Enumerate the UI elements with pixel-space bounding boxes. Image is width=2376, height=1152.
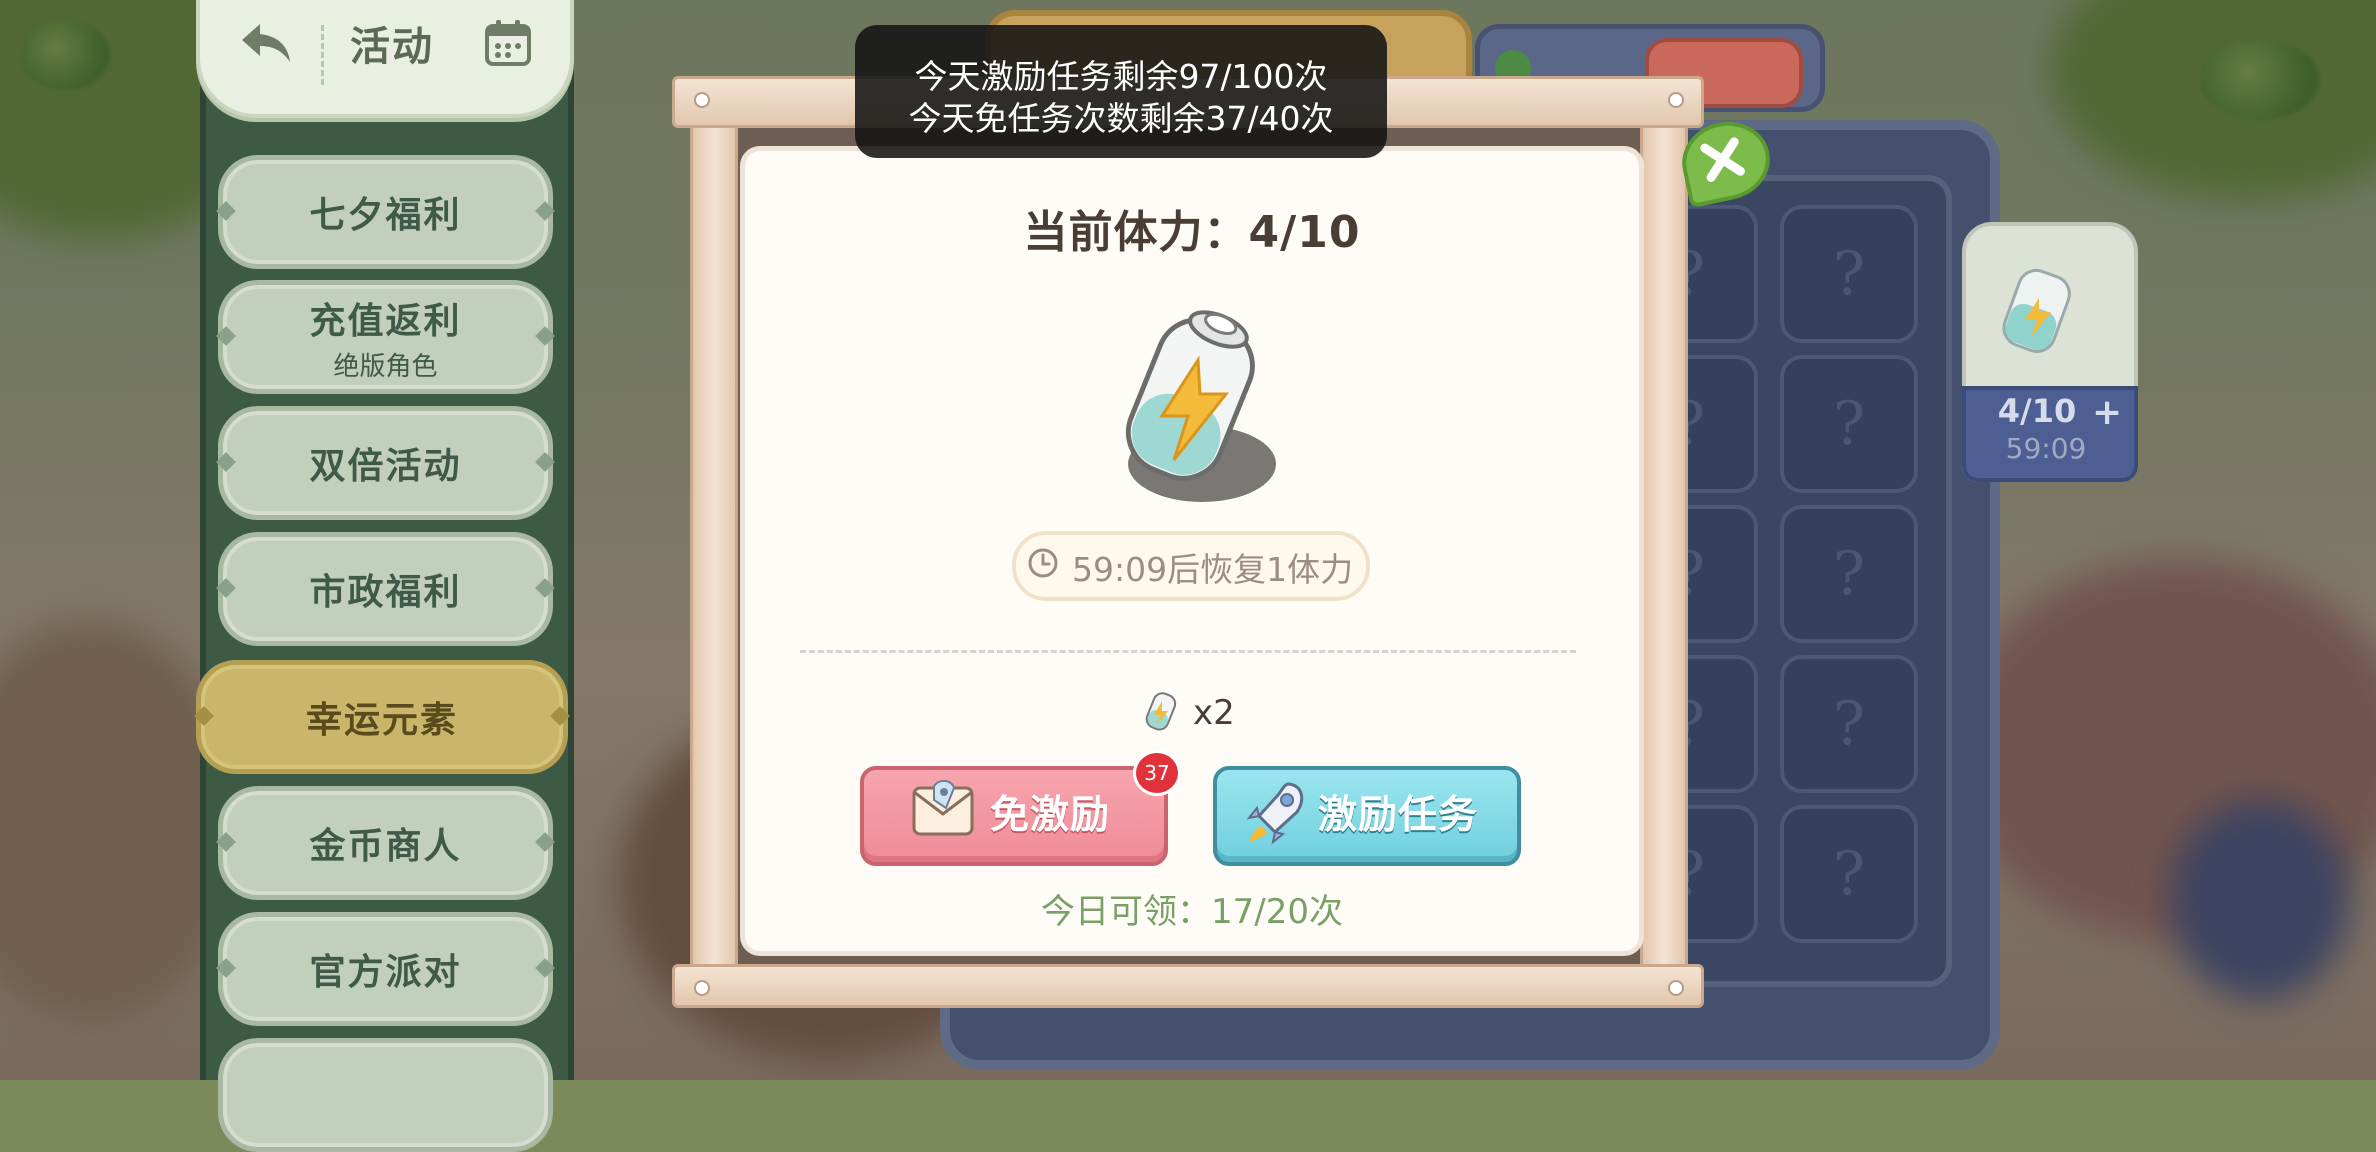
remaining-count-badge: 37: [1133, 750, 1181, 796]
reward-count: x2: [1193, 693, 1235, 733]
sidebar-item-label: 市政福利: [309, 572, 462, 613]
sidebar-item-label: 七夕福利: [309, 195, 462, 236]
frame-post-left: [690, 100, 738, 986]
battery-icon: [1145, 692, 1177, 731]
sidebar-item-recharge-rebate[interactable]: 充值返利 绝版角色: [216, 280, 555, 394]
sidebar-item-lucky-element[interactable]: 幸运元素: [194, 660, 570, 774]
card-slot: ?: [1780, 805, 1918, 943]
card-slot: ?: [1780, 655, 1918, 793]
sidebar-title: 活动: [350, 24, 434, 70]
current-stamina-title: 当前体力：4/10: [1023, 207, 1361, 258]
nail-icon: [1668, 980, 1684, 996]
frame-beam-bottom: [672, 964, 1704, 1008]
add-stamina-icon[interactable]: +: [2092, 392, 2122, 433]
header-divider: [321, 25, 324, 85]
nail-icon: [1668, 92, 1684, 108]
sidebar-item-label: 充值返利: [309, 300, 462, 342]
nail-icon: [694, 92, 710, 108]
sidebar-item-municipal-welfare[interactable]: 市政福利: [216, 532, 555, 646]
sidebar-item-official-party[interactable]: 官方派对: [216, 912, 555, 1026]
stamina-tag-timer: 59:09: [2005, 432, 2087, 465]
sidebar-item-coin-merchant[interactable]: 金币商人: [216, 786, 555, 900]
toast-free-remaining: 今天免任务次数剩余37/40次: [908, 99, 1334, 138]
card-slot: ?: [1780, 355, 1918, 493]
sidebar-item-label: 双倍活动: [309, 446, 462, 487]
toast-incentive-remaining: 今天激励任务剩余97/100次: [914, 57, 1328, 96]
card-slot: ?: [1780, 205, 1918, 343]
frame-post-right: [1640, 100, 1688, 986]
back-arrow-icon[interactable]: [236, 18, 296, 68]
sidebar-item-partial[interactable]: [218, 1038, 553, 1152]
sidebar-item-double-event[interactable]: 双倍活动: [216, 406, 555, 520]
stamina-tag-value: 4/10: [1997, 392, 2077, 430]
sidebar-item-label: 金币商人: [309, 826, 462, 867]
incentive-task-label: 激励任务: [1318, 793, 1479, 838]
sidebar-item-qixi-welfare[interactable]: 七夕福利: [216, 155, 555, 269]
envelope-rocket-icon: [912, 780, 974, 836]
battery-icon: [2002, 268, 2071, 353]
sidebar-item-label: 官方派对: [309, 952, 462, 993]
sidebar-item-sublabel: 绝版角色: [333, 351, 438, 382]
dashed-divider: [800, 650, 1576, 653]
battery-icon: [1125, 310, 1276, 502]
free-incentive-label: 免激励: [990, 793, 1111, 838]
nail-icon: [694, 980, 710, 996]
close-icon: [1700, 137, 1745, 182]
recovery-timer-text: 59:09后恢复1体力: [1072, 550, 1354, 589]
daily-claim-count: 今日可领：17/20次: [1041, 892, 1343, 932]
card-slot: ?: [1780, 505, 1918, 643]
clock-icon: [1028, 548, 1058, 578]
sidebar-item-label: 幸运元素: [305, 700, 458, 741]
calendar-icon[interactable]: [483, 18, 533, 68]
rocket-icon: [1246, 782, 1304, 845]
